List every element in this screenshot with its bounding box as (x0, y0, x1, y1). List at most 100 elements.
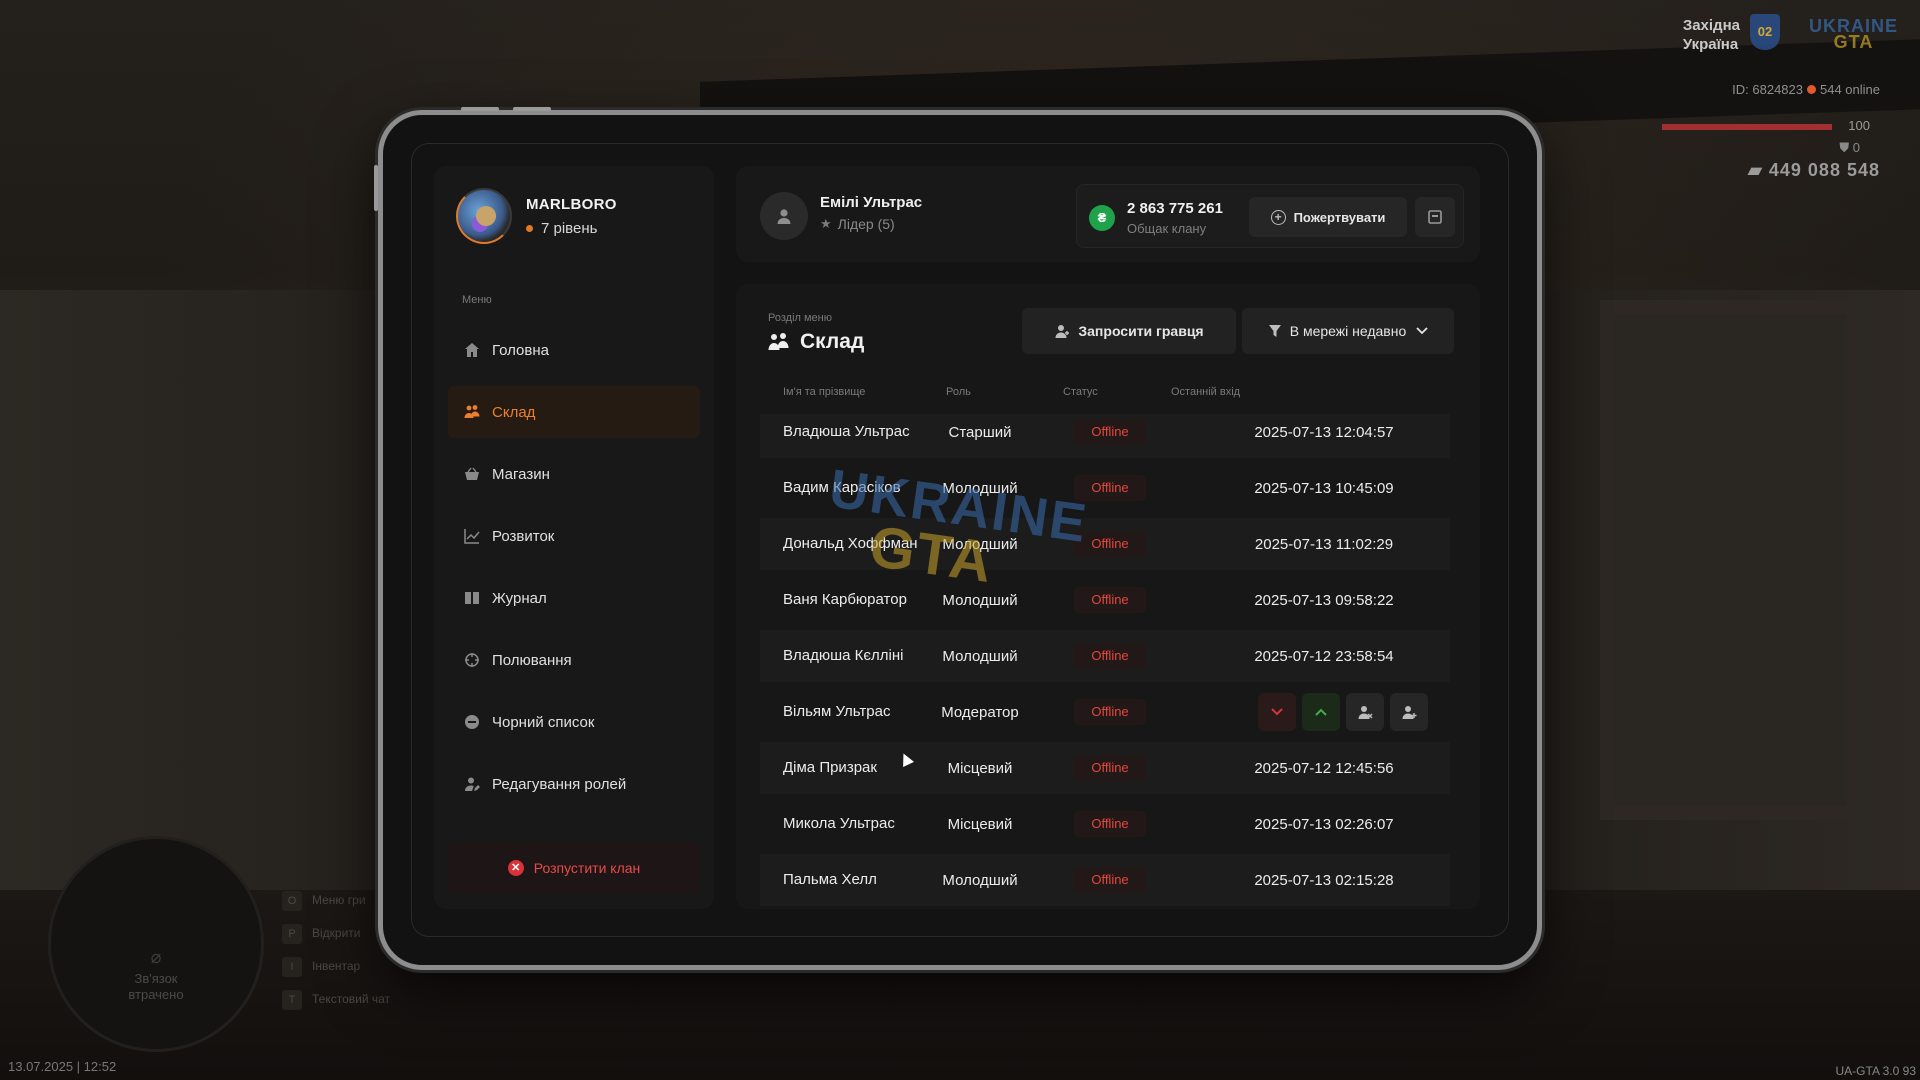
table-row[interactable]: Діма Призрак Місцевий Offline 2025-07-12 12… (760, 742, 1450, 794)
table-row[interactable]: Дональд Хоффман Молодший Offline 2025-07-13… (760, 518, 1450, 570)
sidebar-item-label: Полювання (492, 651, 572, 669)
book-icon (464, 590, 480, 606)
keybind-hints: O Меню гри P Відкрити I Інвентар T Текстовий ча… (282, 884, 390, 1016)
sidebar-item-label: Чорний список (492, 713, 595, 731)
last-login: 2025-07-13 12:04:57 (1254, 423, 1394, 441)
table-row[interactable]: Пальма Хелл Молодший Offline 2025-07-13 02:… (760, 854, 1450, 906)
member-role: Молодший (942, 871, 1018, 889)
member-role: Молодший (942, 535, 1018, 553)
crosshair-icon (464, 652, 480, 668)
online-count: 544 online (1820, 82, 1880, 97)
chevron-up-icon (1315, 708, 1327, 716)
region-shield-icon: 02 (1750, 14, 1780, 50)
health-bar (1662, 124, 1832, 130)
member-role: Місцевий (947, 759, 1013, 777)
treasury-label: Общак клану (1127, 221, 1207, 236)
status-badge: Offline (1074, 531, 1146, 557)
people-icon (768, 332, 790, 352)
block-icon (464, 714, 480, 730)
tablet-button (461, 107, 499, 111)
status-badge: Offline (1074, 587, 1146, 613)
table-row[interactable]: Владюша Ультрас Старший Offline 2025-07-13 … (760, 414, 1450, 458)
sidebar-item-label: Склад (492, 403, 536, 421)
clan-name: MARLBORO (526, 195, 617, 213)
player-id: ID: 6824823 544 online (1732, 82, 1880, 97)
vault-button[interactable] (1415, 197, 1455, 237)
version: UA-GTA 3.0 93 (1835, 1064, 1917, 1078)
col-name: Ім'я та прізвище (783, 386, 866, 398)
sidebar-item-home[interactable]: Головна (448, 324, 700, 376)
clan-avatar (456, 188, 512, 244)
status-badge: Offline (1074, 643, 1146, 669)
members-table: Владюша Ультрас Старший Offline 2025-07-13 … (760, 414, 1450, 909)
member-name: Микола Ультрас (783, 815, 895, 832)
shield-icon: ⛊ (1839, 140, 1853, 155)
keybind-label: Текстовий чат (312, 992, 391, 1006)
member-name: Ваня Карбюратор (783, 591, 907, 608)
safe-icon (1428, 210, 1442, 224)
basket-icon (464, 466, 480, 482)
member-name: Владюша Кєлліні (783, 647, 904, 664)
sidebar-item-crosshair[interactable]: Полювання (448, 634, 700, 686)
cash-icon: ▰ (1748, 160, 1769, 180)
key-cap: I (282, 957, 302, 977)
sidebar-item-chart[interactable]: Розвиток (448, 510, 700, 562)
menu-caption: Меню (462, 294, 492, 306)
member-name: Владюша Ультрас (783, 423, 910, 440)
filter-icon (1268, 324, 1282, 338)
table-row[interactable]: Микола Ультрас Місцевий Offline 2025-07-13 … (760, 798, 1450, 850)
close-circle-icon: ✕ (507, 860, 524, 876)
user-card: Емілі Ультрас ★ Лідер (5) ₴ 2 863 775 261… (736, 166, 1480, 262)
filter-dropdown[interactable]: В мережі недавно (1242, 308, 1454, 354)
keybind-row: O Меню гри (282, 884, 390, 917)
region-label: Західна Україна (1682, 17, 1740, 53)
keybind-label: Відкрити (312, 926, 361, 940)
kick-member-button[interactable] (1346, 693, 1384, 731)
col-last-login: Останній вхід (1171, 386, 1241, 398)
treasury-amount: 2 863 775 261 (1127, 200, 1223, 217)
table-row[interactable]: Вадим Карасіков Молодший Offline 2025-07-13… (760, 462, 1450, 514)
key-cap: P (282, 924, 302, 944)
status-badge: Offline (1074, 475, 1146, 501)
user-add-icon (1054, 323, 1070, 339)
user-name: Емілі Ультрас (820, 194, 923, 211)
server-logo: UKRAINE GTA (1808, 16, 1898, 52)
tablet-button (374, 165, 378, 211)
last-login: 2025-07-12 12:45:56 (1254, 759, 1394, 777)
disband-clan-button[interactable]: ✕ Розпустити клан (448, 842, 700, 894)
assign-member-button[interactable] (1390, 693, 1428, 731)
sidebar-item-book[interactable]: Журнал (448, 572, 700, 624)
demote-button[interactable] (1258, 693, 1296, 731)
promote-button[interactable] (1302, 693, 1340, 731)
sidebar-item-people[interactable]: Склад (448, 386, 700, 438)
sidebar-menu: Головна Склад Магазин Розвиток Журнал Полюван… (448, 324, 700, 820)
home-icon (464, 342, 480, 358)
sidebar-item-user-edit[interactable]: Редагування ролей (448, 758, 700, 810)
member-name: Пальма Хелл (783, 871, 877, 888)
members-panel: Розділ меню Склад Запросити гравця В мер… (736, 284, 1480, 909)
donate-button[interactable]: + Пожертвувати (1249, 197, 1407, 237)
sidebar-item-basket[interactable]: Магазин (448, 448, 700, 500)
sidebar-item-block[interactable]: Чорний список (448, 696, 700, 748)
key-cap: O (282, 891, 302, 911)
people-icon (464, 404, 480, 420)
section-caption: Розділ меню (768, 312, 832, 324)
invite-player-button[interactable]: Запросити гравця (1022, 308, 1236, 354)
clan-profile: MARLBORO 7 рівень (456, 188, 617, 244)
tablet-frame: MARLBORO 7 рівень Меню Головна Склад Магаз… (374, 107, 1542, 970)
tablet-button (513, 107, 551, 111)
member-name: Вадим Карасіков (783, 479, 901, 496)
member-role: Молодший (942, 647, 1018, 665)
status-badge: Offline (1074, 811, 1146, 837)
member-role: Модератор (941, 703, 1019, 721)
chart-icon (464, 528, 480, 544)
table-row[interactable]: Вільям Ультрас Модератор Offline (760, 686, 1450, 738)
table-row[interactable]: Владюша Кєлліні Молодший Offline 2025-07-12… (760, 630, 1450, 682)
minimap: ⌀ Зв'язок втрачено (48, 836, 264, 1052)
table-row[interactable]: Ваня Карбюратор Молодший Offline 2025-07-13… (760, 574, 1450, 626)
status-badge: Offline (1074, 755, 1146, 781)
chevron-down-icon (1416, 327, 1428, 335)
key-cap: T (282, 990, 302, 1010)
last-login: 2025-07-13 11:02:29 (1254, 535, 1394, 553)
clan-treasury: ₴ 2 863 775 261 Общак клану + Пожертвува… (1076, 184, 1464, 248)
